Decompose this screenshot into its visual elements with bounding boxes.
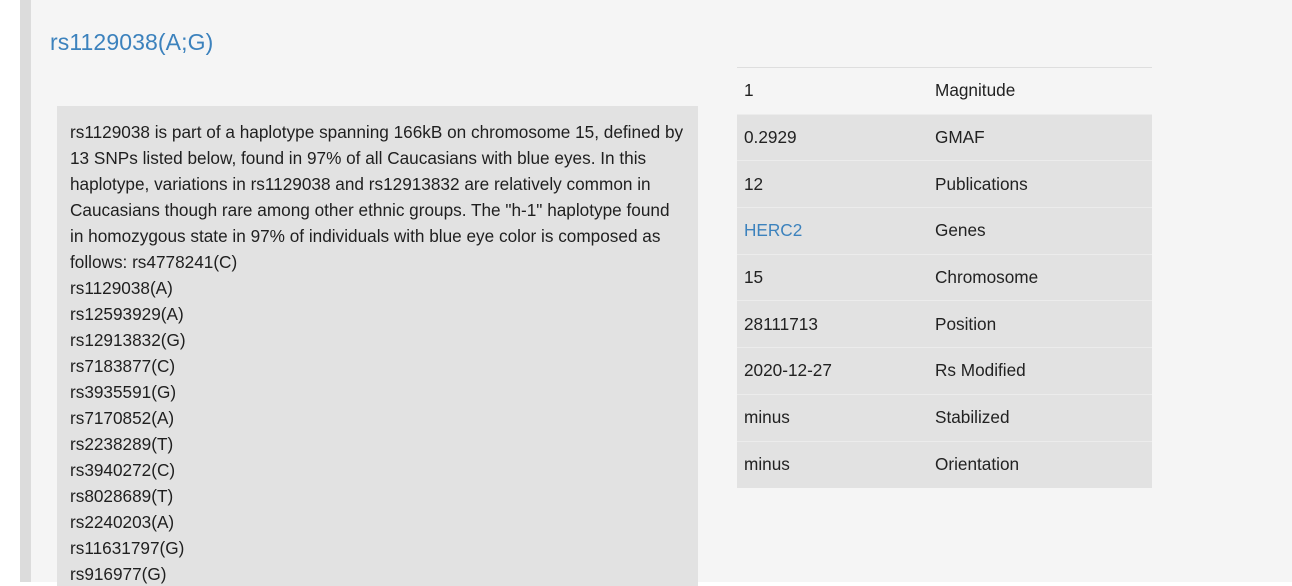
- info-label: Rs Modified: [935, 360, 1026, 381]
- info-row-stabilized: minus Stabilized: [737, 394, 1152, 441]
- page-title: rs1129038(A;G): [50, 29, 214, 55]
- info-value: 1: [744, 80, 754, 101]
- snp-list-item: rs916977(G): [70, 564, 167, 584]
- snp-list-item: rs2238289(T): [70, 434, 174, 454]
- info-value: minus: [744, 454, 790, 475]
- info-value: 2020-12-27: [744, 360, 832, 381]
- snp-info-table: 1 Magnitude 0.2929 GMAF 12 Publications …: [737, 67, 1152, 488]
- info-value: HERC2: [737, 208, 928, 255]
- snp-list-item: rs3935591(G): [70, 382, 177, 402]
- haplotype-snp-list: rs1129038(A) rs12593929(A) rs12913832(G)…: [70, 275, 685, 586]
- info-row-chromosome: 15 Chromosome: [737, 254, 1152, 301]
- info-label: Stabilized: [935, 407, 1010, 428]
- info-value: 12: [744, 173, 764, 194]
- info-row-rs-modified: 2020-12-27 Rs Modified: [737, 347, 1152, 395]
- info-row-magnitude: 1 Magnitude: [737, 67, 1152, 115]
- info-value: minus: [744, 407, 790, 428]
- snp-list-item: rs7170852(A): [70, 408, 175, 428]
- snp-list-item: rs11631797(G): [70, 538, 185, 558]
- info-label: Magnitude: [935, 80, 1016, 101]
- page-left-border: [20, 0, 31, 582]
- info-row-publications: 12 Publications: [737, 160, 1152, 208]
- info-value: 15: [744, 267, 764, 288]
- snp-list-item: rs8028689(T): [70, 486, 174, 506]
- info-label: GMAF: [935, 127, 985, 148]
- snp-list-item: rs12913832(G): [70, 330, 186, 350]
- info-value: 28111713: [744, 313, 818, 334]
- summary-panel: rs1129038 is part of a haplotype spannin…: [57, 106, 698, 586]
- info-value: 0.2929: [744, 127, 797, 148]
- summary-text: rs1129038 is part of a haplotype spannin…: [70, 122, 684, 272]
- info-label: Genes: [935, 220, 986, 241]
- info-row-orientation: minus Orientation: [737, 441, 1152, 488]
- info-label: Orientation: [935, 454, 1020, 475]
- info-label: Position: [935, 313, 997, 334]
- gene-link-herc2[interactable]: HERC2: [744, 220, 802, 240]
- snp-list-item: rs3940272(C): [70, 460, 176, 480]
- info-row-gmaf: 0.2929 GMAF: [737, 114, 1152, 161]
- snp-list-item: rs2240203(A): [70, 512, 175, 532]
- info-row-position: 28111713 Position: [737, 300, 1152, 348]
- info-row-genes: HERC2 Genes: [737, 207, 1152, 255]
- info-label: Chromosome: [935, 267, 1039, 288]
- snp-list-item: rs7183877(C): [70, 356, 176, 376]
- snp-list-item: rs1129038(A): [70, 278, 173, 298]
- info-label: Publications: [935, 173, 1028, 194]
- snp-list-item: rs12593929(A): [70, 304, 184, 324]
